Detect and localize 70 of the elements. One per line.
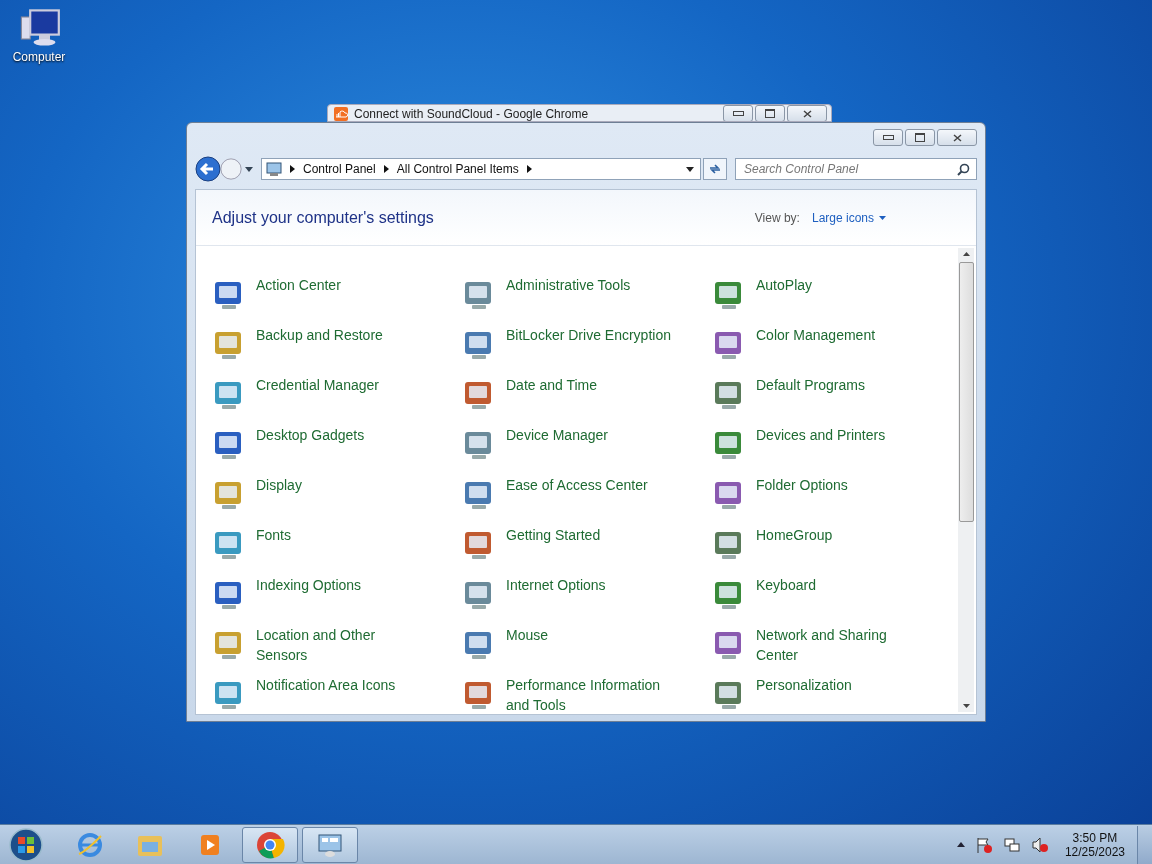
settings-item-link[interactable]: Notification Area Icons [256, 675, 396, 695]
page-heading: Adjust your computer's settings [212, 208, 435, 227]
chevron-right-icon[interactable] [526, 165, 532, 173]
settings-item-link[interactable]: Internet Options [506, 575, 606, 595]
settings-item-link[interactable]: Fonts [256, 525, 291, 545]
search-icon[interactable] [957, 162, 970, 176]
settings-item-link[interactable]: Color Management [756, 325, 876, 345]
dropdown-arrow-icon[interactable] [686, 166, 694, 172]
back-button[interactable] [195, 156, 221, 182]
start-button[interactable] [8, 826, 44, 863]
settings-item-link[interactable]: Personalization [756, 675, 852, 695]
browser-logo-icon [255, 829, 285, 860]
search-input[interactable]: Search Control Panel [742, 161, 957, 177]
refresh-icon [708, 162, 722, 176]
caret-icon [879, 215, 886, 220]
desktop-icon-label[interactable]: Computer [12, 50, 66, 64]
taskbar-app-button[interactable] [302, 826, 358, 863]
breadcrumb-link[interactable]: Control Panel [303, 162, 376, 176]
settings-item-link[interactable]: Getting Started [506, 525, 601, 545]
settings-item-link[interactable]: Desktop Gadgets [256, 425, 365, 445]
settings-item-link[interactable]: Backup and Restore [256, 325, 383, 345]
chevron-right-icon[interactable] [383, 165, 389, 173]
settings-item-link[interactable]: Performance Information and Tools [506, 675, 678, 714]
window-title: Connect with SoundCloud - Google Chrome [354, 107, 589, 121]
close-icon [802, 109, 812, 118]
settings-item-link[interactable]: Indexing Options [256, 575, 362, 595]
settings-item-link[interactable]: Credential Manager [256, 375, 379, 395]
maximize-button[interactable] [905, 129, 935, 146]
dropdown-arrow-icon[interactable] [245, 166, 253, 172]
settings-item-link[interactable]: Administrative Tools [506, 275, 631, 295]
settings-item-link[interactable]: Device Manager [506, 425, 608, 445]
network-icon[interactable] [1002, 835, 1021, 854]
taskbar-app-button[interactable] [242, 826, 298, 863]
scroll-up-arrow-icon[interactable] [962, 252, 970, 256]
view-by-dropdown[interactable]: Large icons [811, 210, 886, 225]
cloud-icon [334, 107, 348, 121]
show-hidden-icons-button[interactable] [956, 842, 965, 847]
settings-item-link[interactable]: Ease of Access Center [506, 475, 648, 495]
settings-item-link[interactable]: AutoPlay [756, 275, 813, 295]
settings-item-link[interactable]: Network and Sharing Center [756, 625, 928, 665]
address-bar[interactable]: Control Panel All Control Panel Items [261, 158, 701, 180]
chevron-right-icon[interactable] [290, 165, 295, 173]
settings-item-link[interactable]: Display [256, 475, 302, 495]
settings-item-link[interactable]: Mouse [506, 625, 549, 645]
settings-item-link[interactable]: Keyboard [756, 575, 816, 595]
vertical-scrollbar[interactable] [958, 248, 974, 712]
minimize-button[interactable] [873, 129, 903, 146]
settings-item-link[interactable]: Action Center [256, 275, 341, 295]
close-button[interactable] [787, 105, 827, 121]
flag-icon[interactable] [974, 835, 993, 854]
settings-item-link[interactable]: HomeGroup [756, 525, 833, 545]
breadcrumb-link[interactable]: All Control Panel Items [396, 162, 519, 176]
settings-item-link[interactable]: BitLocker Drive Encryption [506, 325, 671, 345]
clock-date[interactable]: 12/25/2023 [1064, 844, 1125, 859]
view-by-label: View by: [754, 210, 800, 225]
maximize-button[interactable] [755, 105, 785, 121]
refresh-button[interactable] [703, 158, 727, 180]
minimize-button[interactable] [723, 105, 753, 121]
background-window[interactable]: Connect with SoundCloud - Google Chrome [327, 104, 832, 122]
clock-time[interactable]: 3:50 PM [1072, 830, 1118, 845]
scroll-down-arrow-icon[interactable] [962, 704, 970, 708]
speaker-muted-icon[interactable] [1030, 835, 1049, 854]
close-icon [952, 133, 962, 142]
settings-item-link[interactable]: Folder Options [756, 475, 848, 495]
settings-item-link[interactable]: Devices and Printers [756, 425, 886, 445]
settings-item-link[interactable]: Date and Time [506, 375, 598, 395]
settings-item-link[interactable]: Default Programs [756, 375, 865, 395]
settings-item-link[interactable]: Location and Other Sensors [256, 625, 428, 665]
search-field[interactable]: Search Control Panel [735, 158, 977, 180]
close-button[interactable] [937, 129, 977, 146]
